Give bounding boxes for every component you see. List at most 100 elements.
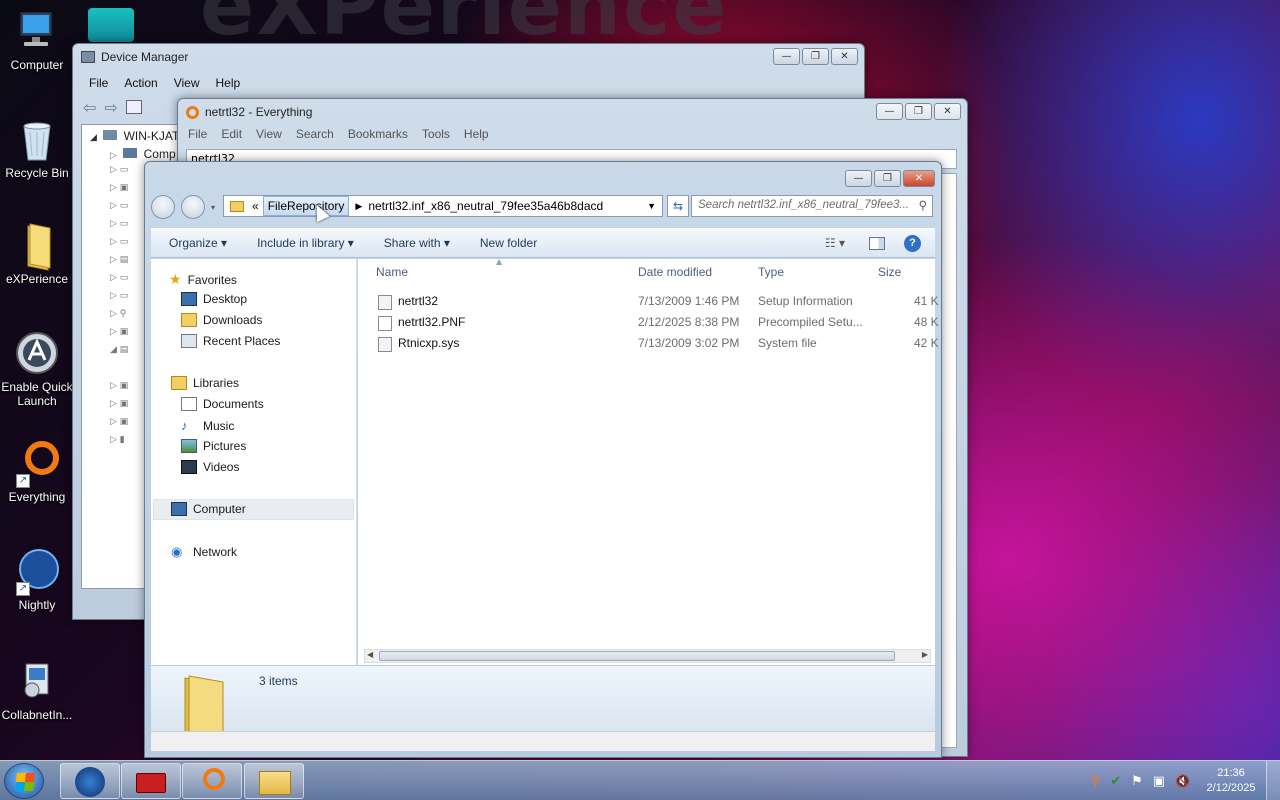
menu-search[interactable]: Search	[296, 127, 334, 141]
expand-icon[interactable]: ◢	[90, 132, 97, 142]
recent-pages-dropdown[interactable]: ▾	[211, 203, 215, 212]
security-tray-icon[interactable]: ✔	[1110, 774, 1121, 789]
nav-favorites[interactable]: ★ Favorites	[169, 271, 237, 288]
menu-view[interactable]: View	[174, 76, 200, 90]
back-button[interactable]	[151, 195, 175, 219]
search-input[interactable]: Search netrtl32.inf_x86_neutral_79fee3..…	[691, 195, 933, 217]
menu-file[interactable]: File	[188, 127, 207, 141]
menu-help[interactable]: Help	[216, 76, 241, 90]
share-with-button[interactable]: Share with ▾	[374, 236, 460, 250]
nightly-globe-icon	[75, 767, 105, 797]
taskbar-nightly[interactable]	[60, 763, 120, 799]
desktop-icon-everything[interactable]: ↗ Everything	[0, 440, 74, 504]
nav-videos[interactable]: Videos	[181, 460, 239, 474]
nav-pictures[interactable]: Pictures	[181, 439, 246, 453]
desktop-icon-computer[interactable]: Computer	[0, 8, 74, 72]
menu-help[interactable]: Help	[464, 127, 489, 141]
taskbar-device-manager[interactable]	[121, 763, 181, 799]
minimize-button[interactable]: —	[876, 103, 903, 120]
horizontal-scrollbar[interactable]: ◀ ▶	[364, 649, 931, 663]
breadcrumb-separator-icon[interactable]: ▶	[355, 201, 362, 212]
sort-indicator-icon: ▲	[496, 257, 503, 266]
desktop-icon-experience[interactable]: eXPerience	[0, 222, 74, 286]
forward-button[interactable]	[181, 195, 205, 219]
volume-muted-icon[interactable]: 🔇	[1175, 774, 1190, 788]
minimize-button[interactable]: —	[845, 170, 872, 187]
close-button[interactable]: ✕	[831, 48, 858, 65]
breadcrumb-filerepository[interactable]: FileRepository	[262, 196, 350, 216]
nav-libraries[interactable]: Libraries	[171, 376, 239, 390]
refresh-button[interactable]: ⇆	[667, 195, 689, 217]
start-button[interactable]	[4, 763, 44, 799]
computer-small-icon	[123, 148, 138, 158]
preview-pane-icon[interactable]	[869, 236, 885, 250]
scrollbar-thumb[interactable]	[379, 651, 895, 661]
tree-root[interactable]: ◢ WIN-KJAT	[90, 129, 179, 143]
address-bar[interactable]: « FileRepository ▶ netrtl32.inf_x86_neut…	[223, 195, 663, 217]
forward-arrow-icon[interactable]: ⇨	[104, 98, 117, 117]
view-options-icon[interactable]: ☷ ▾	[825, 236, 845, 250]
column-header-name[interactable]: Name	[376, 265, 408, 279]
recycle-bin-icon	[14, 116, 60, 162]
device-manager-title: Device Manager	[101, 50, 189, 64]
nav-music[interactable]: ♪ Music	[181, 418, 234, 433]
clock[interactable]: 21:36 2/12/2025	[1196, 766, 1266, 796]
column-header-date[interactable]: Date modified	[638, 265, 712, 279]
star-icon: ★	[169, 271, 182, 287]
scroll-right-arrow-icon[interactable]: ▶	[922, 650, 928, 659]
explorer-window[interactable]: — ❐ ✕ ▾ « FileRepository ▶ netrtl32.inf_…	[144, 161, 942, 758]
nav-desktop[interactable]: Desktop	[181, 292, 247, 306]
network-tray-icon[interactable]: ▣	[1153, 774, 1165, 789]
close-button[interactable]: ✕	[934, 103, 961, 120]
file-row[interactable]: Rtnicxp.sys 7/13/2009 3:02 PM System fil…	[358, 333, 939, 354]
menu-tools[interactable]: Tools	[422, 127, 450, 141]
nav-documents[interactable]: Documents	[181, 397, 264, 411]
menu-view[interactable]: View	[256, 127, 282, 141]
desktop-icon-recycle-bin[interactable]: Recycle Bin	[0, 116, 74, 180]
scroll-left-arrow-icon[interactable]: ◀	[367, 650, 373, 659]
device-manager-titlebar[interactable]: Device Manager	[73, 44, 864, 70]
new-folder-button[interactable]: New folder	[470, 236, 547, 250]
breadcrumb-overflow[interactable]: «	[252, 199, 259, 213]
everything-titlebar[interactable]: netrtl32 - Everything	[178, 99, 967, 125]
maximize-button[interactable]: ❐	[874, 170, 901, 187]
partial-desktop-icon[interactable]	[88, 8, 134, 42]
action-center-flag-icon[interactable]: ⚑	[1131, 774, 1143, 789]
show-desktop-button[interactable]	[1266, 761, 1280, 800]
nav-computer[interactable]: Computer	[171, 502, 246, 516]
menu-bookmarks[interactable]: Bookmarks	[348, 127, 408, 141]
nav-network[interactable]: ◉ Network	[171, 544, 237, 560]
maximize-button[interactable]: ❐	[802, 48, 829, 65]
close-button[interactable]: ✕	[903, 170, 935, 187]
device-manager-toolbar: ⇦ ⇨	[83, 98, 142, 117]
back-arrow-icon[interactable]: ⇦	[83, 98, 96, 117]
nav-recent-places[interactable]: Recent Places	[181, 334, 280, 348]
maximize-button[interactable]: ❐	[905, 103, 932, 120]
menu-file[interactable]: File	[89, 76, 108, 90]
search-icon[interactable]: ⚲	[919, 198, 927, 212]
minimize-button[interactable]: —	[773, 48, 800, 65]
desktop-icon-nightly[interactable]: ↗ Nightly	[0, 548, 74, 612]
chevron-right-icon[interactable]: ▷	[110, 150, 117, 160]
help-icon[interactable]: ?	[904, 234, 921, 252]
breadcrumb-current-folder[interactable]: netrtl32.inf_x86_neutral_79fee35a46b8dac…	[368, 199, 603, 213]
column-header-size[interactable]: Size	[878, 265, 901, 279]
file-row[interactable]: netrtl32 7/13/2009 1:46 PM Setup Informa…	[358, 291, 939, 312]
tree-item-computer[interactable]: ▷ Comp	[110, 147, 176, 161]
taskbar-explorer[interactable]	[244, 763, 304, 799]
file-row[interactable]: netrtl32.PNF 2/12/2025 8:38 PM Precompil…	[358, 312, 939, 333]
desktop-icon-enable-quick-launch[interactable]: Enable Quick Launch	[0, 330, 74, 408]
include-in-library-button[interactable]: Include in library ▾	[247, 236, 364, 250]
libraries-icon	[171, 376, 187, 390]
desktop-icon-collabnet[interactable]: CollabnetIn...	[0, 658, 74, 722]
properties-icon[interactable]	[125, 100, 142, 114]
nav-downloads[interactable]: Downloads	[181, 313, 262, 327]
menu-action[interactable]: Action	[124, 76, 157, 90]
address-dropdown-icon[interactable]: ▼	[647, 201, 656, 211]
menu-edit[interactable]: Edit	[221, 127, 242, 141]
organize-button[interactable]: Organize ▾	[151, 236, 237, 250]
desktop-icon-label: Recycle Bin	[5, 166, 69, 180]
everything-tray-icon[interactable]: ⚲	[1091, 774, 1101, 789]
taskbar-everything[interactable]	[182, 763, 242, 799]
column-header-type[interactable]: Type	[758, 265, 784, 279]
